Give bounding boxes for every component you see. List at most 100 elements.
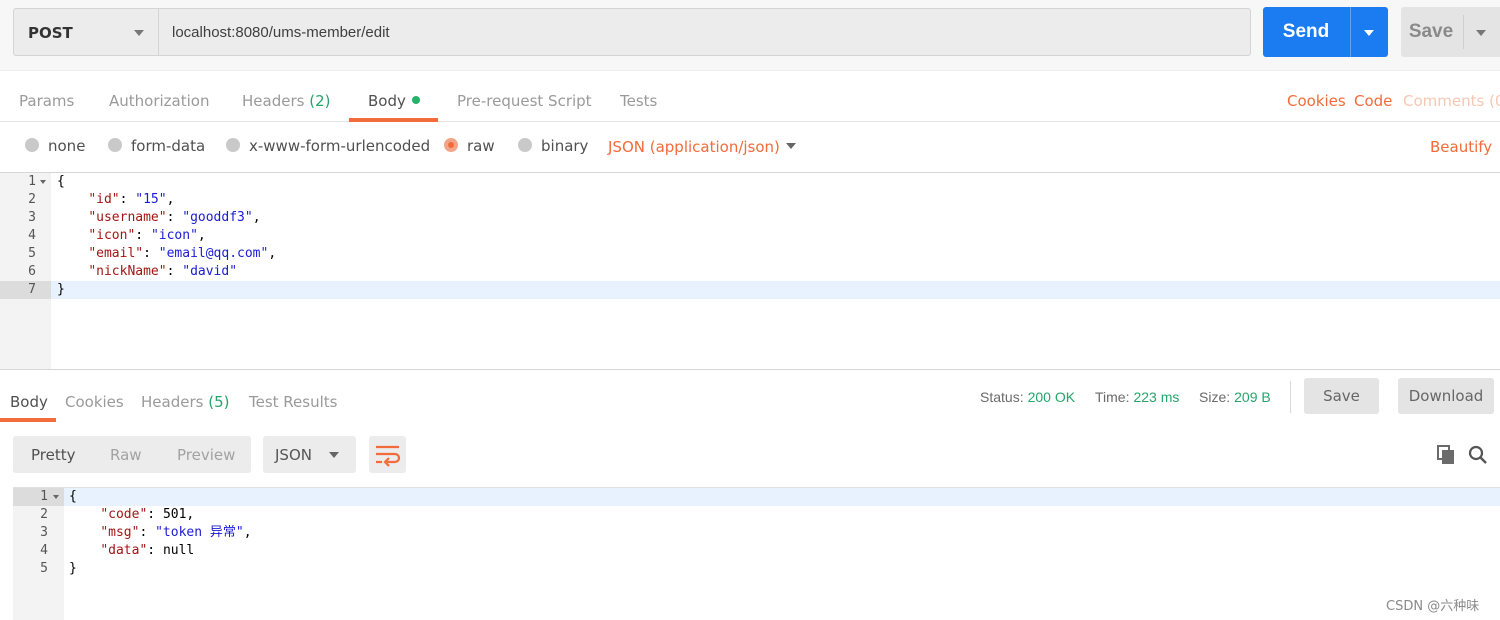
send-divider (1350, 7, 1351, 57)
content-type-select[interactable]: JSON (application/json) (608, 138, 780, 156)
fold-chevron-icon[interactable] (40, 180, 46, 184)
line-number: 5 (28, 246, 36, 261)
code-line: "icon": "icon", (88, 228, 206, 243)
send-button-label: Send (1282, 21, 1330, 42)
response-tab-headers[interactable]: Headers (5) (141, 393, 229, 411)
view-raw-button[interactable]: Raw (110, 446, 142, 464)
status-value[interactable]: 200 OK (1028, 389, 1075, 405)
line-number: 1 (40, 489, 48, 504)
tab-headers[interactable]: Headers (2) (242, 92, 330, 110)
request-bar: POST localhost:8080/ums-member/edit Send… (0, 0, 1500, 70)
tab-body[interactable]: Body (368, 92, 420, 110)
send-options-chevron-icon[interactable] (1364, 30, 1374, 36)
url-input[interactable]: localhost:8080/ums-member/edit (159, 8, 1251, 56)
time-readout: Time: 223 ms (1095, 389, 1179, 405)
line-number: 4 (40, 543, 48, 558)
send-button[interactable]: Send (1263, 7, 1388, 57)
view-preview-button[interactable]: Preview (177, 446, 235, 464)
json-key: "username" (88, 210, 167, 225)
radio-form-data-label: form-data (131, 137, 206, 155)
response-headers-count-badge: (5) (208, 393, 230, 411)
cookies-link[interactable]: Cookies (1287, 92, 1346, 110)
response-view-switch: Pretty Raw Preview (13, 436, 251, 473)
radio-urlencoded-label: x-www-form-urlencoded (249, 137, 431, 155)
radio-form-data[interactable]: form-data (108, 137, 205, 155)
time-value[interactable]: 223 ms (1133, 389, 1179, 405)
save-button-label: Save (1408, 21, 1454, 42)
save-options-chevron-icon[interactable] (1476, 30, 1486, 36)
size-readout: Size: 209 B (1199, 389, 1271, 405)
code-line: "msg": "token 异常", (100, 525, 252, 540)
json-value: 501, (162, 507, 195, 522)
response-toolbar: Pretty Raw Preview JSON (0, 423, 1500, 487)
response-tab-body[interactable]: Body (10, 393, 48, 411)
json-value: null (162, 543, 195, 558)
comments-link[interactable]: Comments (0) (1403, 92, 1500, 110)
json-key: "msg" (100, 525, 140, 540)
save-response-button[interactable]: Save (1304, 378, 1379, 414)
meta-divider (1290, 381, 1291, 413)
radio-raw[interactable]: raw (444, 137, 495, 155)
json-punct: , (166, 192, 175, 207)
active-line-highlight (0, 281, 1500, 299)
tab-authorization[interactable]: Authorization (109, 92, 209, 110)
wrap-lines-button[interactable] (369, 436, 406, 473)
copy-icon[interactable] (1437, 445, 1455, 465)
line-number: 3 (40, 525, 48, 540)
response-tabs: Body Cookies Headers (5) Test Results St… (0, 371, 1500, 423)
tab-tests[interactable]: Tests (620, 92, 657, 110)
fold-chevron-icon[interactable] (53, 495, 59, 499)
response-tab-cookies[interactable]: Cookies (65, 393, 124, 411)
request-body-editor[interactable]: 1 2 3 4 5 6 7 { "id": "15", "username": … (0, 173, 1500, 370)
json-key: "icon" (88, 228, 136, 243)
response-tab-test-results[interactable]: Test Results (249, 393, 337, 411)
line-number: 2 (28, 192, 36, 207)
json-value: "email@qq.com" (158, 246, 269, 261)
code-line: "username": "gooddf3", (88, 210, 261, 225)
json-value: "token 异常" (155, 525, 244, 540)
radio-none[interactable]: none (25, 137, 85, 155)
code-link[interactable]: Code (1354, 92, 1392, 110)
code-line: } (69, 561, 77, 576)
line-number: 2 (40, 507, 48, 522)
tab-prerequest-script[interactable]: Pre-request Script (457, 92, 592, 110)
code-line: } (57, 282, 65, 297)
line-number: 1 (28, 174, 36, 189)
response-format-select[interactable]: JSON (263, 436, 356, 473)
radio-urlencoded[interactable]: x-www-form-urlencoded (226, 137, 430, 155)
content-type-chevron-icon[interactable] (786, 143, 796, 149)
view-pretty-button[interactable]: Pretty (31, 446, 76, 464)
response-body-viewer[interactable]: 1 2 3 4 5 { "code": 501, "msg": "token 异… (13, 487, 1500, 620)
radio-circle-icon (108, 138, 122, 152)
beautify-link[interactable]: Beautify (1430, 138, 1492, 156)
radio-circle-icon (25, 138, 39, 152)
save-request-button[interactable]: Save (1401, 7, 1500, 57)
search-icon[interactable] (1468, 445, 1488, 465)
line-number: 6 (28, 264, 36, 279)
radio-selected-icon (444, 138, 458, 152)
radio-binary[interactable]: binary (518, 137, 588, 155)
line-number: 3 (28, 210, 36, 225)
radio-none-label: none (48, 137, 86, 155)
code-line: "nickName": "david" (88, 264, 238, 279)
status-readout: Status: 200 OK (980, 389, 1075, 405)
download-response-button[interactable]: Download (1398, 378, 1494, 414)
json-key: "email" (88, 246, 144, 261)
method-select[interactable]: POST (13, 8, 159, 56)
tab-headers-label: Headers (242, 92, 305, 110)
json-punct: , (197, 228, 206, 243)
json-value: "david" (182, 264, 238, 279)
json-key: "nickName" (88, 264, 167, 279)
line-number: 4 (28, 228, 36, 243)
tab-params[interactable]: Params (19, 92, 74, 110)
size-value[interactable]: 209 B (1234, 389, 1271, 405)
watermark: CSDN @六种味 (1386, 599, 1480, 614)
body-active-dot-icon (411, 96, 420, 104)
wrap-lines-icon (376, 445, 401, 467)
method-value: POST (28, 24, 73, 42)
json-value: "gooddf3" (182, 210, 253, 225)
radio-circle-icon (518, 138, 532, 152)
response-format-value: JSON (275, 446, 312, 464)
code-line: { (69, 489, 77, 504)
line-number: 5 (40, 561, 48, 576)
